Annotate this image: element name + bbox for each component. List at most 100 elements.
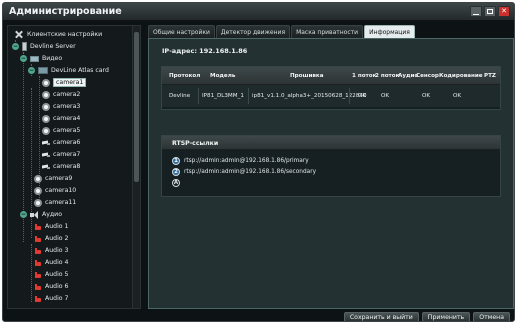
- bullet-camera-icon: [42, 152, 50, 157]
- dome-camera-icon: [42, 78, 50, 87]
- server-icon: [22, 42, 27, 51]
- cell-divider: [248, 88, 249, 104]
- tree-scrollbar[interactable]: [132, 26, 140, 308]
- maximize-icon: [487, 9, 493, 14]
- column-header: Протокол: [169, 73, 201, 79]
- table-row[interactable]: Devline IP81_DL3MM_1 ip81_v1.1.0_alpha3+…: [162, 85, 500, 107]
- column-header: 2 поток: [375, 73, 400, 79]
- scrollbar-thumb[interactable]: [134, 32, 139, 182]
- tree-item-label: Видео: [42, 55, 63, 62]
- microphone-icon: [34, 271, 42, 279]
- minimize-button[interactable]: [470, 6, 482, 17]
- speaker-icon: [30, 210, 39, 219]
- rtsp-header: RTSP-ссылки: [162, 136, 500, 150]
- tree-item-camera2[interactable]: camera2: [42, 89, 80, 100]
- tree-item-label: Audio 3: [45, 247, 69, 254]
- tree-item-label: Audio 2: [45, 235, 69, 242]
- tree-item-devline-server[interactable]: − Devline Server: [12, 41, 76, 52]
- tree-item-label: Audio 6: [45, 283, 69, 290]
- tab-general-settings[interactable]: Общие настройки: [148, 25, 215, 38]
- maximize-button[interactable]: [484, 6, 496, 17]
- tree-item-audio[interactable]: − Аудио: [20, 209, 62, 220]
- dome-camera-icon: [34, 174, 42, 183]
- tree-item-client-settings[interactable]: Клиентские настройки: [14, 29, 102, 40]
- apply-button[interactable]: Применить: [421, 312, 471, 321]
- rtsp-title: RTSP-ссылки: [172, 140, 219, 147]
- tree-item-audio7[interactable]: Audio 7: [34, 293, 69, 304]
- table-header: Протокол Модель Прошивка 1 поток 2 поток…: [162, 67, 500, 85]
- microphone-icon: [34, 223, 42, 231]
- audio-stream-icon: A: [172, 178, 180, 187]
- tree-item-label: camera2: [53, 91, 81, 98]
- microphone-icon: [34, 283, 42, 291]
- tree-item-audio5[interactable]: Audio 5: [34, 269, 69, 280]
- dome-camera-icon: [42, 114, 50, 123]
- tree-item-camera5[interactable]: camera5: [42, 125, 80, 136]
- tree-item-audio1[interactable]: Audio 1: [34, 221, 69, 232]
- window-controls: ✕: [470, 6, 510, 17]
- tree-item-camera7[interactable]: camera7: [42, 149, 80, 160]
- rtsp-link-secondary[interactable]: 2 rtsp://admin:admin@192.168.1.86/second…: [172, 167, 316, 176]
- rtsp-link-primary[interactable]: 1 rtsp://admin:admin@192.168.1.86/primar…: [172, 156, 309, 165]
- dome-camera-icon: [42, 126, 50, 135]
- tree-item-label: camera8: [53, 163, 81, 170]
- table-cell: OK: [381, 93, 390, 99]
- collapse-toggle-icon[interactable]: −: [20, 55, 27, 62]
- tree-item-label: Аудио: [42, 211, 62, 218]
- tree-item-atlas-card[interactable]: − DevLine Atlas card: [28, 65, 109, 76]
- close-icon: ✕: [501, 7, 507, 15]
- rtsp-link-audio[interactable]: A: [172, 178, 180, 187]
- tree-item-label: Audio 4: [45, 259, 69, 266]
- settings-tree: Клиентские настройки − Devline Server − …: [7, 25, 141, 309]
- tree-item-audio6[interactable]: Audio 6: [34, 281, 69, 292]
- tree-item-label: camera4: [53, 115, 81, 122]
- tree-view: Клиентские настройки − Devline Server − …: [8, 26, 132, 308]
- dialog-buttons: Сохранить и выйти Применить Отмена: [343, 312, 510, 321]
- tree-item-audio4[interactable]: Audio 4: [34, 257, 69, 268]
- collapse-toggle-icon[interactable]: −: [12, 43, 19, 50]
- tab-information[interactable]: Информация: [364, 25, 415, 38]
- tree-item-camera3[interactable]: camera3: [42, 101, 80, 112]
- column-header: Модель: [210, 73, 236, 79]
- cancel-button[interactable]: Отмена: [473, 312, 510, 321]
- close-button[interactable]: ✕: [498, 6, 510, 17]
- microphone-icon: [34, 235, 42, 243]
- tree-item-label: camera9: [45, 175, 73, 182]
- tab-privacy-mask[interactable]: Маска приватности: [291, 25, 364, 38]
- rtsp-url[interactable]: rtsp://admin:admin@192.168.1.86/secondar…: [184, 169, 316, 175]
- minimize-icon: [473, 13, 479, 15]
- stream-1-icon: 1: [172, 156, 180, 165]
- tree-item-audio3[interactable]: Audio 3: [34, 245, 69, 256]
- rtsp-url[interactable]: rtsp://admin:admin@192.168.1.86/primary: [184, 158, 309, 164]
- save-and-exit-button[interactable]: Сохранить и выйти: [343, 312, 419, 321]
- column-header: 1 поток: [352, 73, 377, 79]
- tree-item-label: camera7: [53, 151, 81, 158]
- collapse-toggle-icon[interactable]: −: [28, 67, 35, 74]
- tree-item-camera8[interactable]: camera8: [42, 161, 80, 172]
- tree-item-label: Audio 7: [45, 295, 69, 302]
- device-info-table: Протокол Модель Прошивка 1 поток 2 поток…: [161, 66, 501, 110]
- tree-item-camera6[interactable]: camera6: [42, 137, 80, 148]
- tree-item-label: camera3: [53, 103, 81, 110]
- column-header: Прошивка: [290, 73, 324, 79]
- table-cell: IP81_DL3MM_1: [202, 93, 244, 99]
- tree-item-camera4[interactable]: camera4: [42, 113, 80, 124]
- microphone-icon: [34, 295, 42, 303]
- tree-item-camera9[interactable]: camera9: [34, 173, 72, 184]
- tree-item-camera1[interactable]: camera1: [42, 77, 87, 88]
- cell-divider: [198, 88, 199, 104]
- tree-item-camera11[interactable]: camera11: [34, 197, 76, 208]
- column-header: Сенсор: [416, 73, 439, 79]
- title-bar[interactable]: Администрирование ✕: [3, 3, 514, 21]
- tree-item-video[interactable]: − Видео: [20, 53, 62, 64]
- video-icon: [30, 55, 39, 62]
- rtsp-links-group: RTSP-ссылки 1 rtsp://admin:admin@192.168…: [161, 135, 501, 197]
- tree-item-audio2[interactable]: Audio 2: [34, 233, 69, 244]
- tree-item-camera10[interactable]: camera10: [34, 185, 76, 196]
- tab-motion-detector[interactable]: Детектор движения: [215, 25, 291, 38]
- table-cell: OK: [422, 93, 431, 99]
- tree-item-label: Audio 5: [45, 271, 69, 278]
- collapse-toggle-icon[interactable]: −: [20, 211, 27, 218]
- column-header: Кодирование: [439, 73, 483, 79]
- dome-camera-icon: [42, 90, 50, 99]
